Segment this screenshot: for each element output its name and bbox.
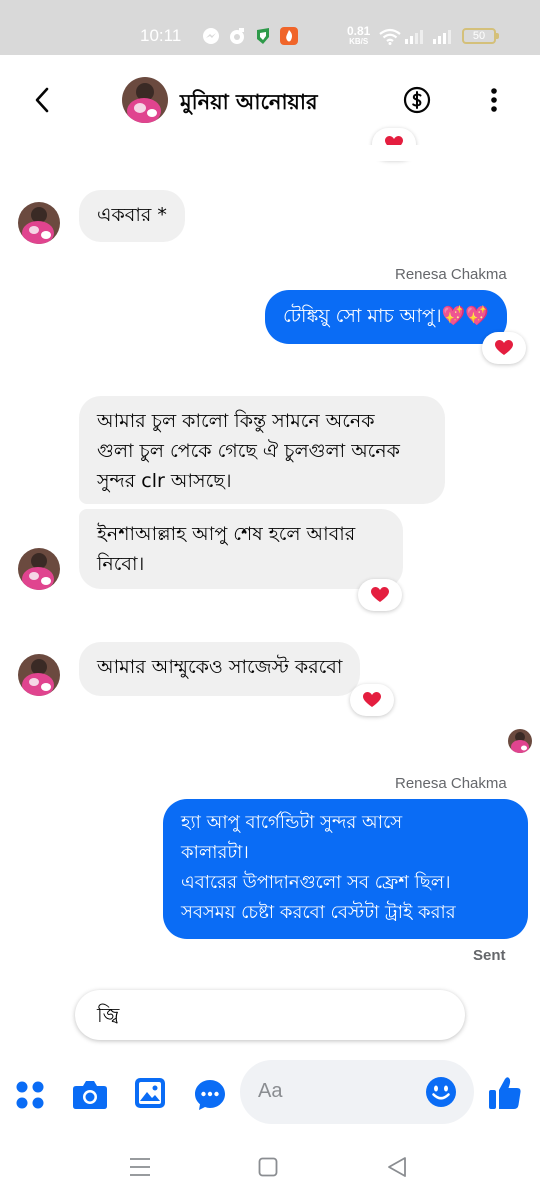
message-text: একবার *: [97, 204, 167, 226]
back-nav-icon[interactable]: [386, 1156, 408, 1178]
menu-grid-icon[interactable]: [14, 1079, 46, 1111]
heart-icon: [495, 340, 513, 355]
message-text-line: সবসময় চেষ্টা করবো বেস্টটা ট্রাই করার: [181, 902, 456, 923]
message-text-line: হ্যা আপু বার্গেন্ডিটা সুন্দর আসে: [181, 812, 403, 833]
contact-avatar[interactable]: [18, 548, 60, 590]
message-composer: Aa: [0, 1055, 540, 1130]
signal-icon-2: [433, 30, 451, 44]
fire-app-icon: [280, 27, 298, 45]
network-speed: 0.81 KB/S: [347, 24, 371, 46]
message-text-line: কালারটা।: [181, 842, 249, 863]
message-bubble-incoming[interactable]: ইনশাআল্লাহ আপু শেষ হলে আবার নিবো।: [79, 509, 403, 589]
message-text-line: ইনশাআল্লাহ আপু শেষ হলে আবার: [97, 523, 356, 545]
signal-icon: [405, 30, 423, 44]
contact-name[interactable]: মুনিয়া আনোয়ার: [180, 86, 318, 121]
contact-avatar[interactable]: [18, 202, 60, 244]
sent-status: Sent: [473, 947, 506, 964]
thumbs-up-icon[interactable]: [488, 1075, 522, 1111]
chat-bubble-icon[interactable]: [193, 1078, 227, 1112]
message-bubble-incoming[interactable]: আমার চুল কালো কিন্তু সামনে অনেক গুলা চুল…: [79, 396, 445, 504]
message-text-line: এবারের উপাদানগুলো সব ফ্রেশ ছিল।: [181, 872, 451, 893]
reaction-heart[interactable]: [358, 579, 402, 611]
dollar-icon[interactable]: [403, 86, 431, 114]
sender-name: Renesa Chakma: [395, 775, 507, 792]
more-vertical-icon[interactable]: [482, 86, 506, 114]
battery-icon: 50: [462, 28, 499, 44]
sender-name: Renesa Chakma: [395, 266, 507, 283]
system-nav-bar: [0, 1140, 540, 1200]
camera-app-icon: [230, 28, 244, 44]
seen-receipt-avatar: [508, 729, 532, 753]
heart-icon: [363, 692, 381, 707]
chat-header: মুনিয়া আনোয়ার: [0, 55, 540, 145]
message-text-line: গুলা চুল পেকে গেছে ঐ চুলগুলা অনেক: [97, 440, 400, 462]
message-bubble-outgoing[interactable]: হ্যা আপু বার্গেন্ডিটা সুন্দর আসে কালারটা…: [163, 799, 528, 939]
heart-icon: [371, 587, 389, 602]
message-input-placeholder: Aa: [258, 1080, 283, 1102]
quick-reply-suggestion[interactable]: জ্বি: [75, 990, 465, 1040]
message-text-line: নিবো।: [97, 553, 145, 575]
messenger-icon: [203, 28, 219, 44]
home-icon[interactable]: [258, 1157, 278, 1177]
camera-icon[interactable]: [72, 1078, 108, 1110]
wifi-icon: [379, 28, 401, 45]
back-arrow-icon[interactable]: [28, 85, 58, 115]
message-bubble-incoming[interactable]: আমার আম্মুকেও সাজেস্ট করবো: [79, 642, 361, 696]
quick-reply-text: জ্বি: [97, 1003, 120, 1027]
shield-app-icon: [257, 28, 269, 44]
message-text: আমার আম্মুকেও সাজেস্ট করবো: [97, 656, 343, 678]
message-text-line: সুন্দর clr আসছে।: [97, 470, 232, 492]
contact-avatar[interactable]: [122, 77, 168, 123]
reaction-heart[interactable]: [350, 684, 394, 716]
message-input[interactable]: Aa: [240, 1060, 474, 1124]
message-text-line: আমার চুল কালো কিন্তু সামনে অনেক: [97, 410, 375, 432]
status-bar: 10:11 0.81 KB/S 50: [0, 0, 540, 55]
emoji-icon[interactable]: [425, 1076, 457, 1108]
gallery-icon[interactable]: [134, 1077, 166, 1109]
recent-apps-icon[interactable]: [129, 1157, 151, 1177]
message-bubble-outgoing[interactable]: টেঙ্কিয়ু সো মাচ আপু।💖💖: [265, 290, 507, 344]
contact-avatar[interactable]: [18, 654, 60, 696]
status-time: 10:11: [140, 26, 182, 45]
header-divider: [0, 145, 540, 161]
message-text: টেঙ্কিয়ু সো মাচ আপু।💖💖: [283, 305, 489, 327]
reaction-heart[interactable]: [482, 332, 526, 364]
message-bubble-incoming[interactable]: একবার *: [79, 190, 185, 242]
